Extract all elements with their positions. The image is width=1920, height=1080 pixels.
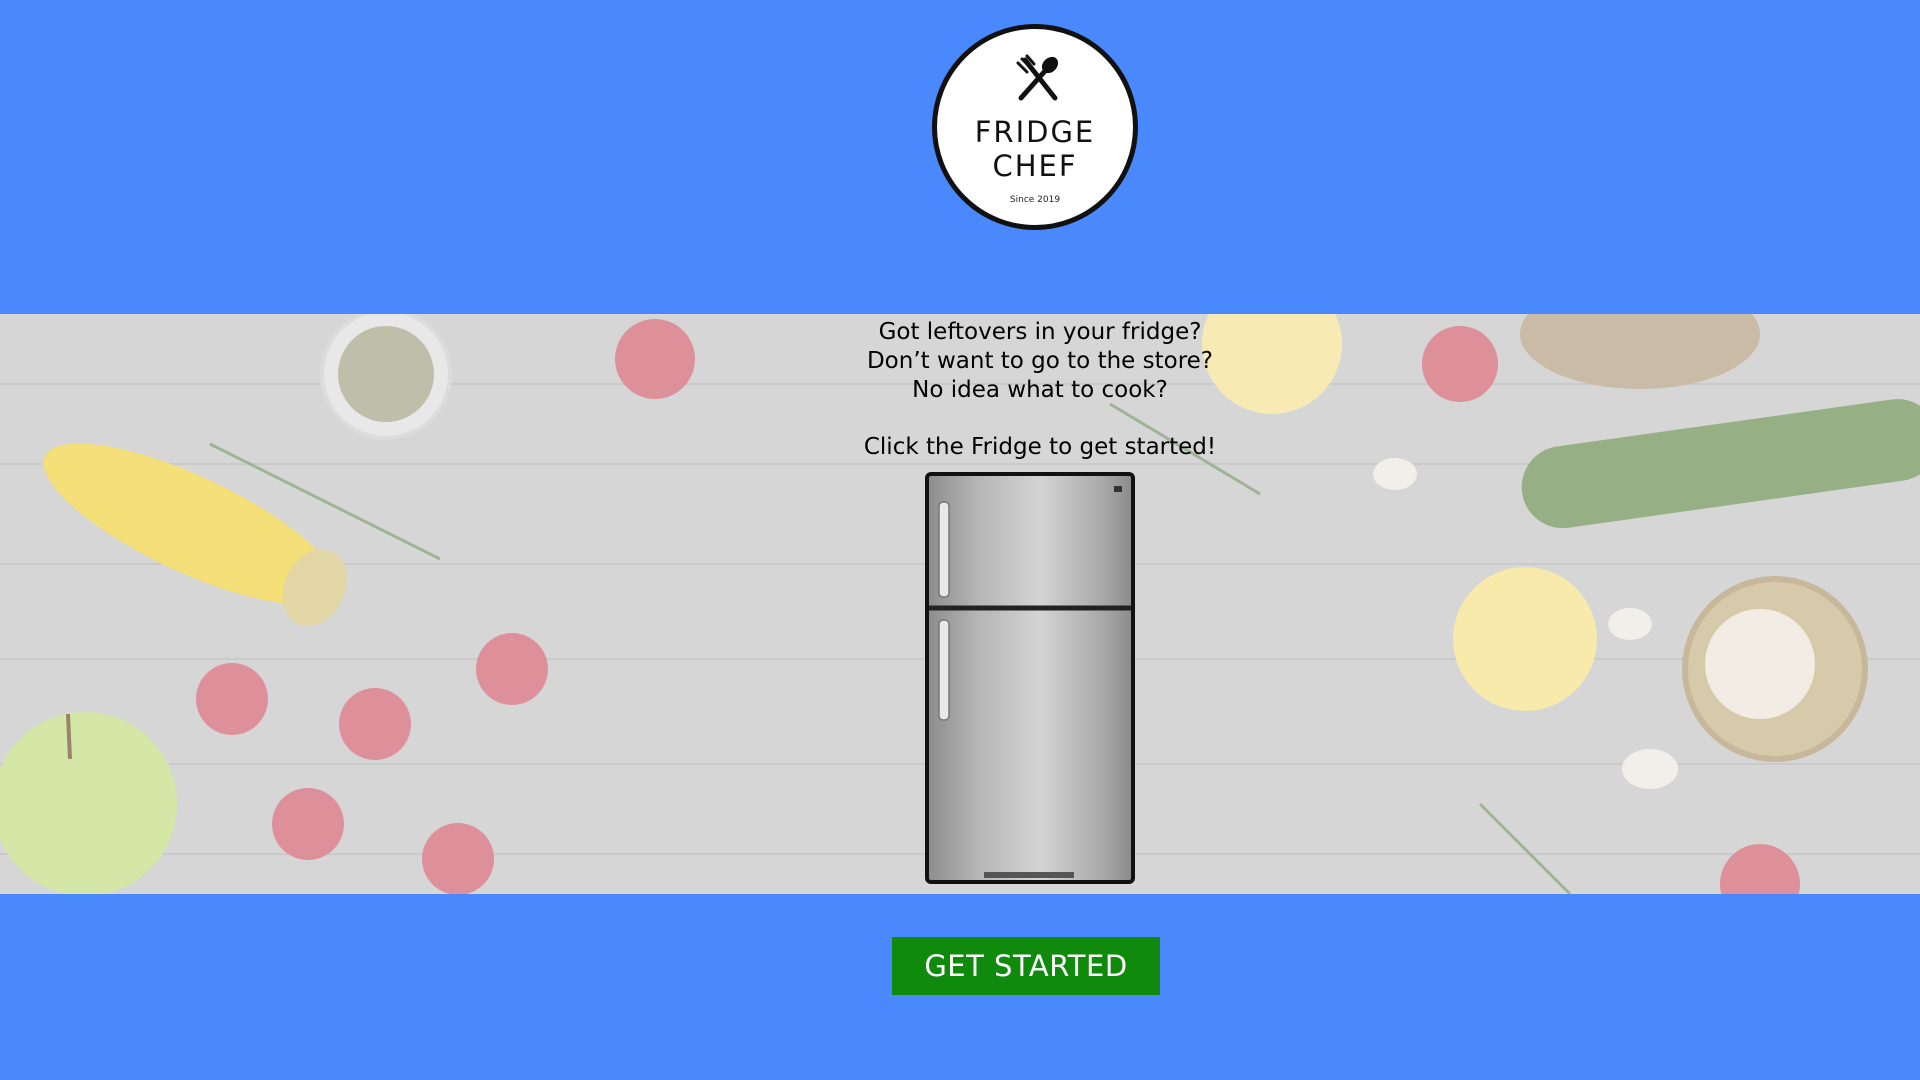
logo-since-text: Since 2019	[1009, 195, 1061, 205]
hero-line-cook: No idea what to cook?	[912, 377, 1168, 403]
fridge-chef-logo[interactable]: FRIDGE CHEF Since 2019	[932, 24, 1138, 230]
fork-spoon-crossed-icon	[1016, 54, 1059, 101]
refrigerator-image	[925, 472, 1135, 884]
fridge-button[interactable]	[924, 472, 1136, 886]
logo-title-line2: CHEF	[992, 149, 1078, 183]
hero-copy: Got leftovers in your fridge? Don’t want…	[760, 318, 1320, 462]
get-started-button[interactable]: GET STARTED	[892, 937, 1160, 995]
hero-line-store: Don’t want to go to the store?	[866, 348, 1214, 374]
hero-line-leftovers: Got leftovers in your fridge?	[878, 319, 1202, 345]
logo-title-line1: FRIDGE	[974, 115, 1096, 149]
hero-banner: Got leftovers in your fridge? Don’t want…	[0, 314, 1920, 894]
hero-prompt: Click the Fridge to get started!	[863, 434, 1217, 460]
header: FRIDGE CHEF Since 2019	[0, 0, 1920, 314]
